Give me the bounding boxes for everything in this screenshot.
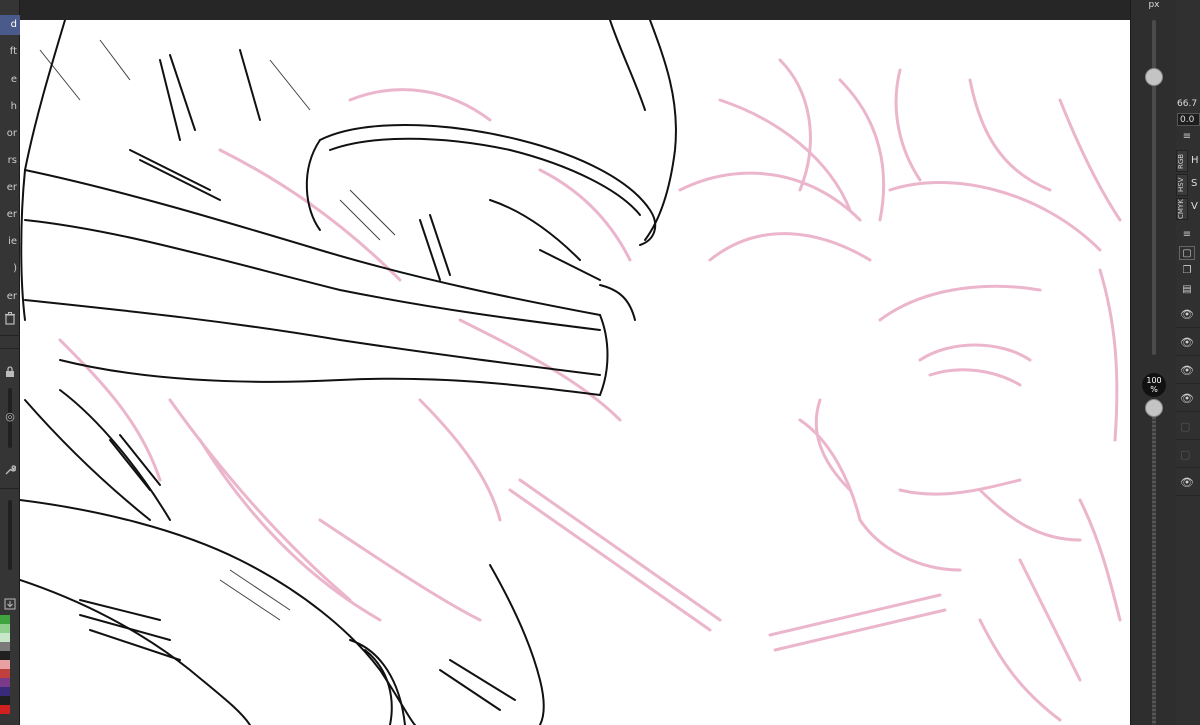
palette-swatch[interactable] <box>0 651 10 660</box>
layer-row[interactable]: 👁 <box>1176 300 1200 328</box>
channel-h: H <box>1191 155 1199 166</box>
layer-row[interactable]: ▢ <box>1176 440 1200 468</box>
zoom-value: 66.7 <box>1177 99 1198 109</box>
layer-panel-icon[interactable]: ▢ <box>1179 246 1195 260</box>
palette-swatch[interactable] <box>0 669 10 678</box>
hamburger-icon[interactable]: ≡ <box>1179 228 1195 242</box>
opacity-indicator: 100 % <box>1142 373 1166 397</box>
right-docker: 66.7 0.0 ≡ RGB HSV CMYK H S V ≡ ▢ ❐ ▤ 👁 … <box>1176 0 1200 725</box>
channel-v: V <box>1191 201 1198 212</box>
tool-item-8[interactable]: er <box>0 205 20 225</box>
copy-icon[interactable]: ❐ <box>1179 264 1195 278</box>
tab-hsv[interactable]: HSV <box>1176 174 1188 196</box>
palette-swatch[interactable] <box>0 642 10 651</box>
eye-icon[interactable]: 👁 <box>1180 392 1194 405</box>
target-icon[interactable]: ◎ <box>3 410 17 424</box>
tool-item-10[interactable]: ) <box>0 259 20 279</box>
layer-row[interactable]: 👁 <box>1176 384 1200 412</box>
hamburger-icon[interactable]: ≡ <box>1179 130 1195 144</box>
tool-item-11[interactable]: er <box>0 287 20 307</box>
pink-sketch-layer <box>58 58 1122 722</box>
palette-swatch[interactable] <box>0 624 10 633</box>
tool-property-panel: d ft e h or rs er er ie ) er ◎ <box>0 0 20 725</box>
hidden-eye-icon[interactable]: ▢ <box>1180 448 1190 461</box>
ink-line-layer <box>20 20 677 725</box>
palette-swatch[interactable] <box>0 687 10 696</box>
grid-icon[interactable]: ▤ <box>1179 283 1195 297</box>
lock-icon[interactable] <box>3 366 17 380</box>
eye-icon[interactable]: 👁 <box>1180 476 1194 489</box>
tool-slider-2[interactable] <box>8 500 12 570</box>
tool-item-1[interactable]: d <box>0 15 20 35</box>
opacity-slider-thumb[interactable] <box>1145 399 1163 417</box>
opacity-unit: % <box>1150 385 1158 394</box>
eye-icon[interactable]: 👁 <box>1180 336 1194 349</box>
tab-cmyk[interactable]: CMYK <box>1176 198 1188 220</box>
layer-row[interactable]: 👁 <box>1176 356 1200 384</box>
size-unit-label: px <box>1148 0 1160 10</box>
channel-s: S <box>1191 178 1198 189</box>
layer-row[interactable]: ▢ <box>1176 412 1200 440</box>
palette-swatch[interactable] <box>0 705 10 714</box>
drawing-canvas[interactable] <box>20 20 1130 725</box>
import-icon[interactable] <box>3 598 17 612</box>
eye-icon[interactable]: 👁 <box>1180 364 1194 377</box>
layer-row[interactable]: 👁 <box>1176 328 1200 356</box>
tool-item-2[interactable]: ft <box>0 42 20 62</box>
eye-icon[interactable]: 👁 <box>1180 308 1194 321</box>
brush-size-slider-thumb[interactable] <box>1145 67 1163 86</box>
opacity-track[interactable] <box>1152 405 1156 725</box>
wrench-icon[interactable] <box>3 464 17 478</box>
tool-item-4[interactable]: h <box>0 97 20 117</box>
tool-item-5[interactable]: or <box>0 124 20 144</box>
layer-row[interactable]: 👁 <box>1176 468 1200 496</box>
palette-swatch[interactable] <box>0 660 10 669</box>
opacity-value: 100 <box>1146 376 1162 385</box>
sketch-artwork <box>20 20 1122 725</box>
palette-swatch[interactable] <box>0 633 10 642</box>
tool-item-7[interactable]: er <box>0 178 20 198</box>
tool-item-9[interactable]: ie <box>0 232 20 252</box>
top-bar <box>0 0 1200 20</box>
tab-rgb[interactable]: RGB <box>1176 150 1188 172</box>
brush-slider-column: px 100 % <box>1130 0 1176 725</box>
hidden-eye-icon[interactable]: ▢ <box>1180 420 1190 433</box>
trash-icon[interactable] <box>3 312 17 326</box>
palette-swatch[interactable] <box>0 678 10 687</box>
palette-swatch[interactable] <box>0 615 10 624</box>
palette-swatch[interactable] <box>0 696 10 705</box>
tool-item-6[interactable]: rs <box>0 151 20 171</box>
tool-item-3[interactable]: e <box>0 70 20 90</box>
angle-input[interactable]: 0.0 <box>1177 113 1200 126</box>
